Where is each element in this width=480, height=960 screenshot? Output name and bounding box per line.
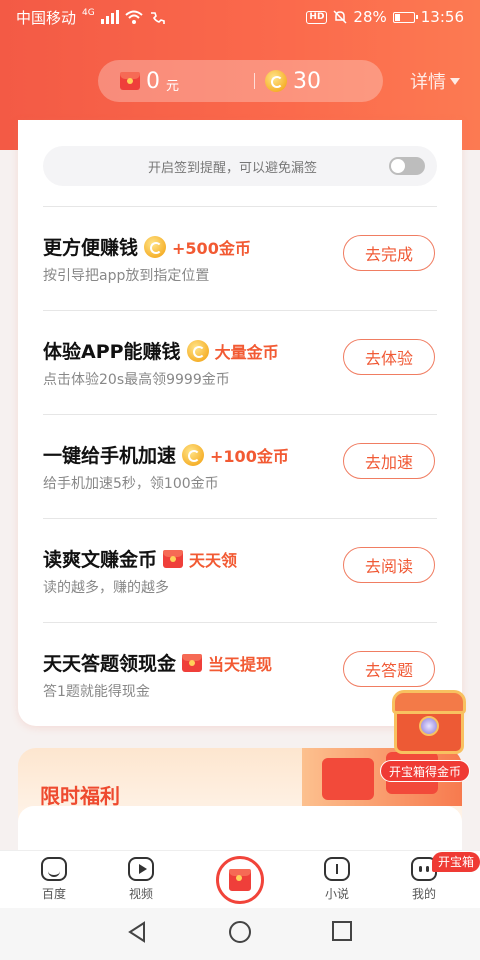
video-play-icon [128, 857, 154, 881]
task-item: 体验APP能赚钱 大量金币 点击体验20s最高领9999金币 去体验 [43, 310, 437, 414]
task-name: 天天答题领现金 [43, 653, 177, 675]
task-item: 一键给手机加速 +100金币 给手机加速5秒，领100金币 去加速 [43, 414, 437, 518]
detail-label: 详情 [410, 72, 446, 93]
task-desc: 给手机加速5秒，领100金币 [43, 476, 219, 492]
carrier-label: 中国移动 [16, 8, 77, 27]
nav-item-baidu[interactable]: 百度 [24, 857, 84, 902]
chevron-down-icon [450, 77, 460, 85]
center-red-envelope-button[interactable] [216, 856, 264, 904]
battery-percent: 28% [353, 8, 387, 26]
task-name: 读爽文赚金币 [43, 549, 158, 571]
detail-link[interactable]: 详情 [410, 68, 460, 94]
task-card: 开启签到提醒，可以避免漏签 更方便赚钱 +500金币 按引导把app放到指定位置… [18, 120, 462, 726]
signal-icon [100, 10, 119, 24]
task-action-button[interactable]: 去体验 [343, 339, 435, 375]
cash-unit: 元 [166, 78, 180, 94]
red-envelope-icon [182, 653, 203, 672]
treasure-chest-icon[interactable] [392, 690, 466, 760]
task-desc: 读的越多，赚的越多 [43, 580, 169, 596]
treasure-chest-label[interactable]: 开宝箱得金币 [380, 760, 471, 782]
reminder-text: 开启签到提醒，可以避免漏签 [148, 160, 318, 176]
clock: 13:56 [420, 8, 464, 26]
red-envelope-icon [120, 72, 140, 90]
task-item: 更方便赚钱 +500金币 按引导把app放到指定位置 去完成 [43, 206, 437, 310]
reminder-toggle[interactable] [389, 157, 425, 175]
wallet-divider [254, 73, 255, 89]
hd-badge: HD [306, 10, 328, 24]
nav-label: 视频 [128, 887, 153, 901]
red-envelope-icon [229, 869, 251, 891]
wifi-icon [125, 10, 143, 24]
coin-icon [182, 443, 205, 466]
open-chest-badge: 开宝箱 [432, 852, 480, 872]
cash-value: 0 [146, 68, 160, 94]
cash-balance[interactable]: 0 元 [98, 69, 254, 94]
novel-book-icon [324, 857, 350, 881]
task-item: 天天答题领现金 当天提现 答1题就能得现金 去答题 [43, 622, 437, 726]
task-name: 一键给手机加速 [43, 445, 177, 467]
task-action-button[interactable]: 去完成 [343, 235, 435, 271]
coin-balance[interactable]: 30 [265, 69, 321, 94]
task-reward: 当天提现 [208, 654, 273, 674]
task-action-button[interactable]: 去加速 [343, 443, 435, 479]
task-name: 更方便赚钱 [43, 237, 139, 259]
coin-icon [144, 235, 167, 258]
nav-label: 百度 [41, 887, 66, 901]
welfare-title: 限时福利 [40, 784, 120, 808]
call-icon [150, 12, 165, 24]
coin-icon [265, 70, 287, 92]
task-action-button[interactable]: 去答题 [343, 651, 435, 687]
sign-in-reminder: 开启签到提醒，可以避免漏签 [43, 146, 437, 186]
battery-icon [392, 11, 418, 23]
back-icon[interactable] [126, 920, 148, 944]
coin-value: 30 [293, 68, 321, 94]
task-reward: 天天领 [189, 550, 238, 570]
nav-label: 小说 [324, 887, 349, 901]
task-reward: +500金币 [172, 238, 251, 258]
nav-item-novel[interactable]: 小说 [307, 857, 367, 902]
wallet-bar[interactable]: 0 元 30 [98, 60, 383, 102]
home-face-icon [41, 857, 67, 881]
task-desc: 答1题就能得现金 [43, 684, 150, 700]
home-icon[interactable] [228, 920, 252, 944]
task-reward: +100金币 [210, 446, 289, 466]
task-desc: 点击体验20s最高领9999金币 [43, 372, 230, 388]
task-reward: 大量金币 [214, 342, 279, 362]
nav-label: 我的 [411, 887, 436, 901]
recent-apps-icon[interactable] [331, 920, 353, 942]
task-action-button[interactable]: 去阅读 [343, 547, 435, 583]
system-nav-bar [0, 908, 480, 960]
network-label: 4G [82, 8, 95, 18]
mute-bell-icon [333, 10, 347, 24]
coin-icon [186, 339, 209, 362]
nav-item-video[interactable]: 视频 [111, 857, 171, 902]
red-envelope-icon [163, 549, 184, 568]
status-bar: 中国移动 4G HD 28% 13:56 [0, 0, 480, 34]
task-item: 读爽文赚金币 天天领 读的越多，赚的越多 去阅读 [43, 518, 437, 622]
task-name: 体验APP能赚钱 [43, 341, 181, 363]
task-desc: 按引导把app放到指定位置 [43, 268, 210, 284]
